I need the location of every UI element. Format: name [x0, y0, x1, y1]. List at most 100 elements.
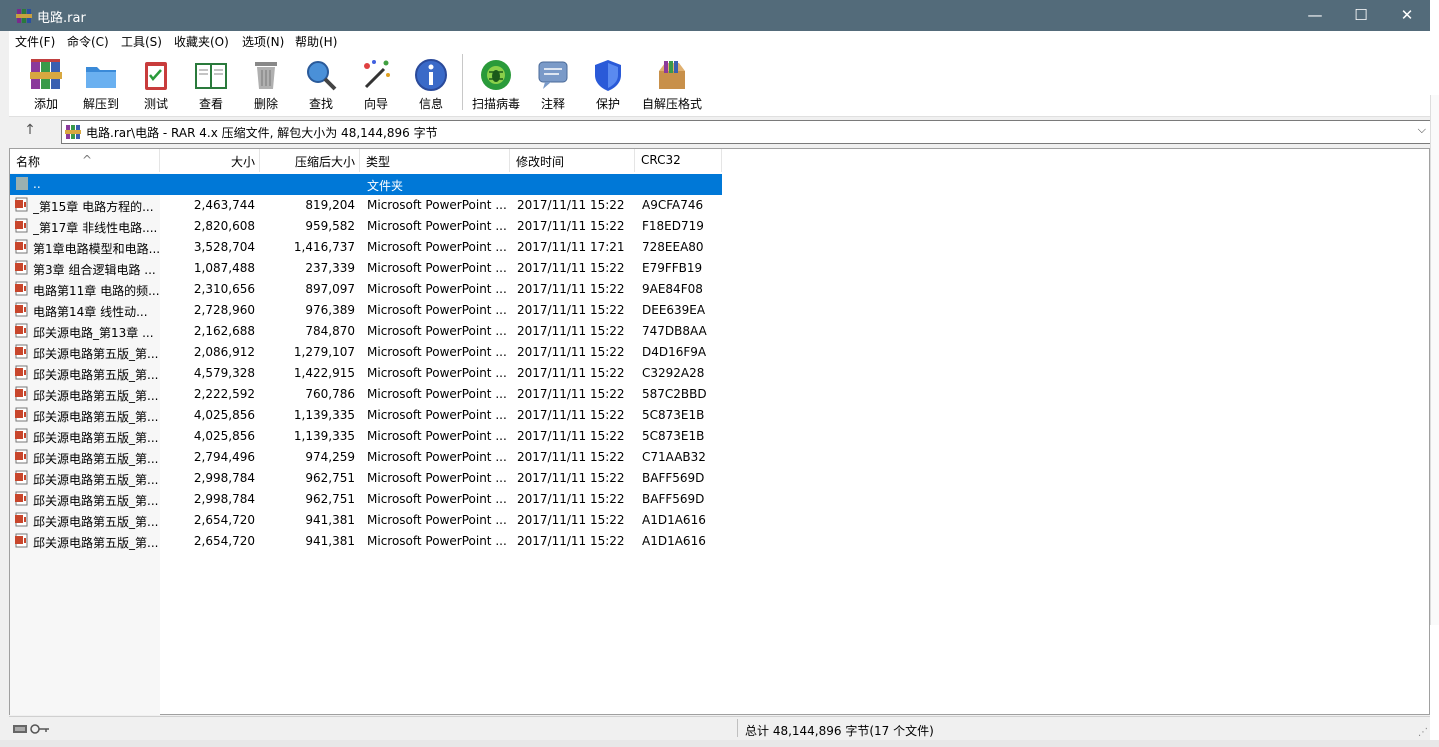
file-row[interactable]: 邱关源电路第五版_第... 4,025,856 1,139,335 Microsoft… — [10, 405, 722, 426]
file-crc32: 728EEA80 — [642, 240, 704, 254]
file-row[interactable]: 邱关源电路第五版_第... 2,086,912 1,279,107 Microsoft… — [10, 342, 722, 363]
file-list: 名称 ^ 大小 压缩后大小 类型 修改时间 CRC32 .. 文件夹 _第15章… — [9, 148, 1430, 715]
file-row[interactable]: 第3章 组合逻辑电路 ... 1,087,488 237,339 Microsoft … — [10, 258, 722, 279]
menu-favorites[interactable]: 收藏夹(O) — [174, 33, 229, 50]
scan-virus-button[interactable]: 扫描病毒 — [470, 54, 522, 112]
protect-button[interactable]: 保护 — [582, 54, 634, 112]
file-name: 邱关源电路第五版_第... — [33, 410, 159, 424]
file-type: Microsoft PowerPoint ... — [367, 429, 507, 443]
view-button[interactable]: 查看 — [185, 54, 237, 112]
file-name: 邱关源电路第五版_第... — [33, 431, 159, 445]
wizard-button[interactable]: 向导 — [350, 54, 402, 112]
minimize-button[interactable]: — — [1292, 0, 1338, 31]
file-name: 第3章 组合逻辑电路 ... — [33, 263, 156, 277]
file-type: Microsoft PowerPoint ... — [367, 471, 507, 485]
column-header-size[interactable]: 大小 — [160, 149, 260, 172]
file-row[interactable]: 邱关源电路第五版_第... 2,222,592 760,786 Microsoft P… — [10, 384, 722, 405]
menu-options[interactable]: 选项(N) — [242, 33, 284, 50]
file-type: Microsoft PowerPoint ... — [367, 324, 507, 338]
file-size: 4,025,856 — [193, 408, 255, 422]
file-row[interactable]: 电路第11章 电路的频... 2,310,656 897,097 Microsoft … — [10, 279, 722, 300]
file-modified: 2017/11/11 15:22 — [517, 261, 625, 275]
delete-button[interactable]: 删除 — [240, 54, 292, 112]
file-crc32: 5C873E1B — [642, 429, 705, 443]
file-type: Microsoft PowerPoint ... — [367, 534, 507, 548]
maximize-button[interactable]: ☐ — [1338, 0, 1384, 31]
find-button[interactable]: 查找 — [295, 54, 347, 112]
resize-grip-icon[interactable]: ⋰ — [1418, 727, 1428, 738]
file-size: 2,162,688 — [193, 324, 255, 338]
add-archive-icon — [30, 59, 62, 89]
file-name: 邱关源电路第五版_第... — [33, 515, 159, 529]
add-button[interactable]: 添加 — [20, 54, 72, 112]
file-name: 第1章电路模型和电路... — [33, 242, 159, 256]
file-row[interactable]: 邱关源电路第五版_第... 2,654,720 941,381 Microsoft P… — [10, 531, 722, 552]
file-packed-size: 819,204 — [305, 198, 355, 212]
chevron-down-icon[interactable]: ⌵ — [1418, 123, 1426, 137]
column-header-modified[interactable]: 修改时间 — [510, 149, 635, 172]
file-row[interactable]: _第17章 非线性电路.... 2,820,608 959,582 Microsoft… — [10, 216, 722, 237]
column-header-crc32[interactable]: CRC32 — [635, 149, 722, 172]
path-dropdown[interactable]: 电路.rar\电路 - RAR 4.x 压缩文件, 解包大小为 48,144,8… — [61, 120, 1431, 144]
comment-button[interactable]: 注释 — [527, 54, 579, 112]
file-row[interactable]: _第15章 电路方程的... 2,463,744 819,204 Microsoft … — [10, 195, 722, 216]
file-packed-size: 1,279,107 — [293, 345, 355, 359]
file-size: 4,579,328 — [193, 366, 255, 380]
file-modified: 2017/11/11 15:22 — [517, 408, 625, 422]
file-packed-size: 962,751 — [305, 471, 355, 485]
file-row[interactable]: 邱关源电路第五版_第... 2,998,784 962,751 Microsoft P… — [10, 468, 722, 489]
magic-wand-icon — [364, 60, 390, 89]
up-folder-button[interactable]: ↑ — [19, 122, 41, 142]
file-size: 2,728,960 — [193, 303, 255, 317]
powerpoint-file-icon — [15, 491, 28, 506]
title-bar: 电路.rar — ☐ ✕ — [0, 0, 1430, 31]
parent-folder-row[interactable]: .. 文件夹 — [10, 174, 722, 195]
test-button[interactable]: 测试 — [130, 54, 182, 112]
info-button[interactable]: 信息 — [405, 54, 457, 112]
file-row[interactable]: 邱关源电路第五版_第... 2,654,720 941,381 Microsoft P… — [10, 510, 722, 531]
clipboard-check-icon — [145, 62, 167, 90]
file-crc32: A1D1A616 — [642, 513, 706, 527]
info-icon — [415, 59, 447, 91]
rar-archive-icon — [65, 125, 81, 139]
file-name: 邱关源电路_第13章 ... — [33, 326, 154, 340]
file-crc32: D4D16F9A — [642, 345, 707, 359]
menu-help[interactable]: 帮助(H) — [295, 33, 337, 50]
column-header-name[interactable]: 名称 ^ — [10, 149, 160, 172]
close-button[interactable]: ✕ — [1384, 0, 1430, 31]
file-packed-size: 941,381 — [305, 513, 355, 527]
file-row[interactable]: 邱关源电路_第13章 ... 2,162,688 784,870 Microsoft … — [10, 321, 722, 342]
file-row[interactable]: 电路第14章 线性动... 2,728,960 976,389 Microsoft P… — [10, 300, 722, 321]
file-modified: 2017/11/11 15:22 — [517, 471, 625, 485]
powerpoint-file-icon — [15, 281, 28, 296]
file-type: Microsoft PowerPoint ... — [367, 219, 507, 233]
menu-file[interactable]: 文件(F) — [15, 33, 55, 50]
column-header-packed[interactable]: 压缩后大小 — [260, 149, 360, 172]
file-row[interactable]: 第1章电路模型和电路... 3,528,704 1,416,737 Microsoft… — [10, 237, 722, 258]
file-packed-size: 976,389 — [305, 303, 355, 317]
file-packed-size: 1,422,915 — [293, 366, 355, 380]
file-crc32: C3292A28 — [642, 366, 705, 380]
file-crc32: A9CFA746 — [642, 198, 704, 212]
file-crc32: 587C2BBD — [642, 387, 707, 401]
file-crc32: BAFF569D — [642, 492, 705, 506]
column-header-type[interactable]: 类型 — [360, 149, 510, 172]
menu-tools[interactable]: 工具(S) — [121, 33, 162, 50]
sfx-button[interactable]: 自解压格式 — [637, 54, 707, 112]
powerpoint-file-icon — [15, 428, 28, 443]
powerpoint-file-icon — [15, 344, 28, 359]
toolbar-separator — [462, 54, 463, 110]
file-row[interactable]: 邱关源电路第五版_第... 2,794,496 974,259 Microsoft P… — [10, 447, 722, 468]
file-modified: 2017/11/11 15:22 — [517, 345, 625, 359]
file-row[interactable]: 邱关源电路第五版_第... 4,025,856 1,139,335 Microsoft… — [10, 426, 722, 447]
file-crc32: C71AAB32 — [642, 450, 706, 464]
menu-command[interactable]: 命令(C) — [67, 33, 109, 50]
file-size: 2,998,784 — [193, 471, 255, 485]
file-row[interactable]: 邱关源电路第五版_第... 2,998,784 962,751 Microsoft P… — [10, 489, 722, 510]
file-name: 邱关源电路第五版_第... — [33, 494, 159, 508]
status-total: 总计 48,144,896 字节(17 个文件) — [745, 724, 934, 738]
file-size: 2,794,496 — [193, 450, 255, 464]
powerpoint-file-icon — [15, 323, 28, 338]
extract-to-button[interactable]: 解压到 — [75, 54, 127, 112]
file-row[interactable]: 邱关源电路第五版_第... 4,579,328 1,422,915 Microsoft… — [10, 363, 722, 384]
